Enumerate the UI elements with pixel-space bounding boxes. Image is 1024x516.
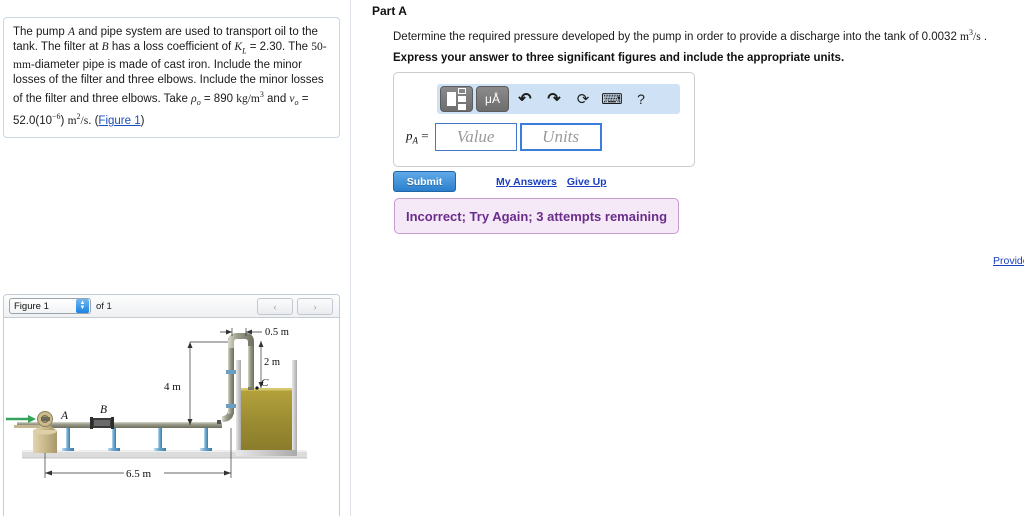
problem-segment-15: and (263, 92, 290, 105)
undo-icon: ↶ (518, 91, 532, 108)
give-up-link[interactable]: Give Up (567, 176, 607, 188)
submit-button-label: Submit (406, 175, 443, 188)
reset-icon: ⟳ (576, 91, 590, 108)
answer-label: pA = (406, 128, 429, 146)
label-0.5m: 0.5 m (265, 327, 289, 338)
my-answers-link[interactable]: My Answers (496, 176, 557, 188)
help-button[interactable]: ? (628, 87, 654, 111)
riser-flange-lower (226, 404, 236, 408)
problem-segment-5: K (234, 40, 243, 53)
dimension-4m (187, 341, 228, 425)
pipe-tee-fitting (217, 420, 221, 424)
submit-button[interactable]: Submit (393, 171, 456, 192)
reset-button[interactable]: ⟳ (570, 87, 596, 111)
chevron-left-icon: ‹ (273, 301, 277, 312)
problem-segment-24: . ( (88, 115, 99, 128)
answer-input-row: pA = Value Units (406, 123, 602, 151)
label-4m: 4 m (164, 381, 181, 393)
template-button[interactable] (440, 86, 473, 112)
keyboard-icon: ⌨ (601, 91, 623, 108)
instruction-text: Express your answer to three significant… (393, 52, 845, 64)
problem-segment-21: m (67, 115, 77, 128)
figure-next-button[interactable]: › (297, 298, 333, 315)
problem-segment-1: A (67, 26, 76, 38)
horizontal-pipe (32, 422, 222, 428)
problem-segment-12: = 890 (200, 92, 237, 105)
redo-icon: ↷ (547, 91, 561, 108)
figure-panel: Figure 1 ▲ ▼ of 1 ‹ › 0.5 m 2 m C 4 m 6.… (3, 294, 340, 516)
answer-panel: μÅ ↶ ↷ ⟳ ⌨ ? pA = Value Units (393, 72, 695, 167)
discharge-pipe (248, 346, 254, 390)
value-placeholder: Value (456, 127, 495, 146)
units-input[interactable]: Units (519, 123, 602, 151)
redo-button[interactable]: ↷ (541, 87, 567, 111)
submit-row: Submit My Answers Give Up (393, 171, 607, 192)
units-placeholder: Units (542, 127, 580, 146)
question-text-end: . (980, 30, 988, 43)
answer-toolbar: μÅ ↶ ↷ ⟳ ⌨ ? (437, 84, 680, 114)
problem-statement-text: The pump A and pipe system are used to t… (13, 25, 330, 129)
units-icon: μÅ (485, 92, 500, 106)
provide-feedback-link[interactable]: Provide (993, 255, 1024, 267)
label-b: B (100, 404, 107, 416)
vertical-riser-pipe (228, 340, 234, 414)
problem-segment-19: −6 (52, 112, 61, 122)
figure-diagram-canvas: 0.5 m 2 m C 4 m 6.5 m A B (4, 318, 339, 516)
question-unit: m3/s (960, 28, 981, 43)
feedback-box: Incorrect; Try Again; 3 attempts remaini… (394, 198, 679, 234)
tank-oil (241, 388, 292, 450)
figure-select-value: Figure 1 (14, 300, 49, 312)
figure-1-link[interactable]: Figure 1 (98, 115, 140, 127)
answer-label-equals: = (418, 128, 429, 144)
problem-segment-20: ) (60, 115, 68, 128)
figure-prev-button[interactable]: ‹ (257, 298, 293, 315)
discharge-outlet (248, 387, 254, 390)
pipe-supports (62, 428, 212, 451)
label-a: A (60, 410, 69, 422)
units-button[interactable]: μÅ (476, 86, 509, 112)
chevron-right-icon: › (313, 301, 317, 312)
question-text: Determine the required pressure develope… (393, 28, 987, 43)
label-c: C (261, 377, 269, 389)
label-2m: 2 m (264, 357, 280, 368)
help-icon: ? (637, 91, 645, 107)
spinner-down-icon: ▼ (79, 305, 86, 311)
value-input[interactable]: Value (434, 123, 517, 151)
figure-select-spinner-icon[interactable]: ▲ ▼ (76, 299, 89, 313)
problem-segment-13: kg/m (236, 92, 260, 105)
riser-flange-upper (226, 370, 236, 374)
problem-segment-4: has a loss coefficient of (108, 40, 235, 53)
feedback-message: Incorrect; Try Again; 3 attempts remaini… (405, 208, 668, 224)
label-6.5m: 6.5 m (126, 468, 152, 480)
page-root: The pump A and pipe system are used to t… (0, 0, 1024, 516)
problem-segment-3: B (101, 40, 109, 53)
tank-left-wall (236, 360, 241, 456)
figure-nav-group: ‹ › (253, 298, 333, 315)
problem-trailing: ) (140, 115, 145, 128)
figure-count-label: of 1 (96, 300, 112, 312)
problem-segment-0: The pump (13, 26, 68, 38)
pump-pipe-system-diagram: 0.5 m 2 m C 4 m 6.5 m A B (6, 327, 307, 480)
tank-bottom (236, 450, 297, 456)
keyboard-button[interactable]: ⌨ (599, 87, 625, 111)
question-text-main: Determine the required pressure develope… (393, 30, 961, 43)
flow-arrow-icon (6, 415, 36, 423)
unit-base: m (960, 30, 969, 43)
problem-segment-7: = 2.30. The (246, 40, 312, 53)
unit-denominator: /s (973, 30, 981, 43)
figure-toolbar: Figure 1 ▲ ▼ of 1 ‹ › (4, 295, 339, 318)
left-column: The pump A and pipe system are used to t… (0, 0, 351, 516)
figure-select-dropdown[interactable]: Figure 1 ▲ ▼ (9, 298, 91, 314)
undo-button[interactable]: ↶ (512, 87, 538, 111)
part-title: Part A (372, 4, 407, 18)
point-c-marker (255, 386, 259, 390)
problem-statement-box: The pump A and pipe system are used to t… (3, 17, 340, 138)
tank-right-wall (292, 360, 297, 456)
template-icon (447, 88, 466, 110)
